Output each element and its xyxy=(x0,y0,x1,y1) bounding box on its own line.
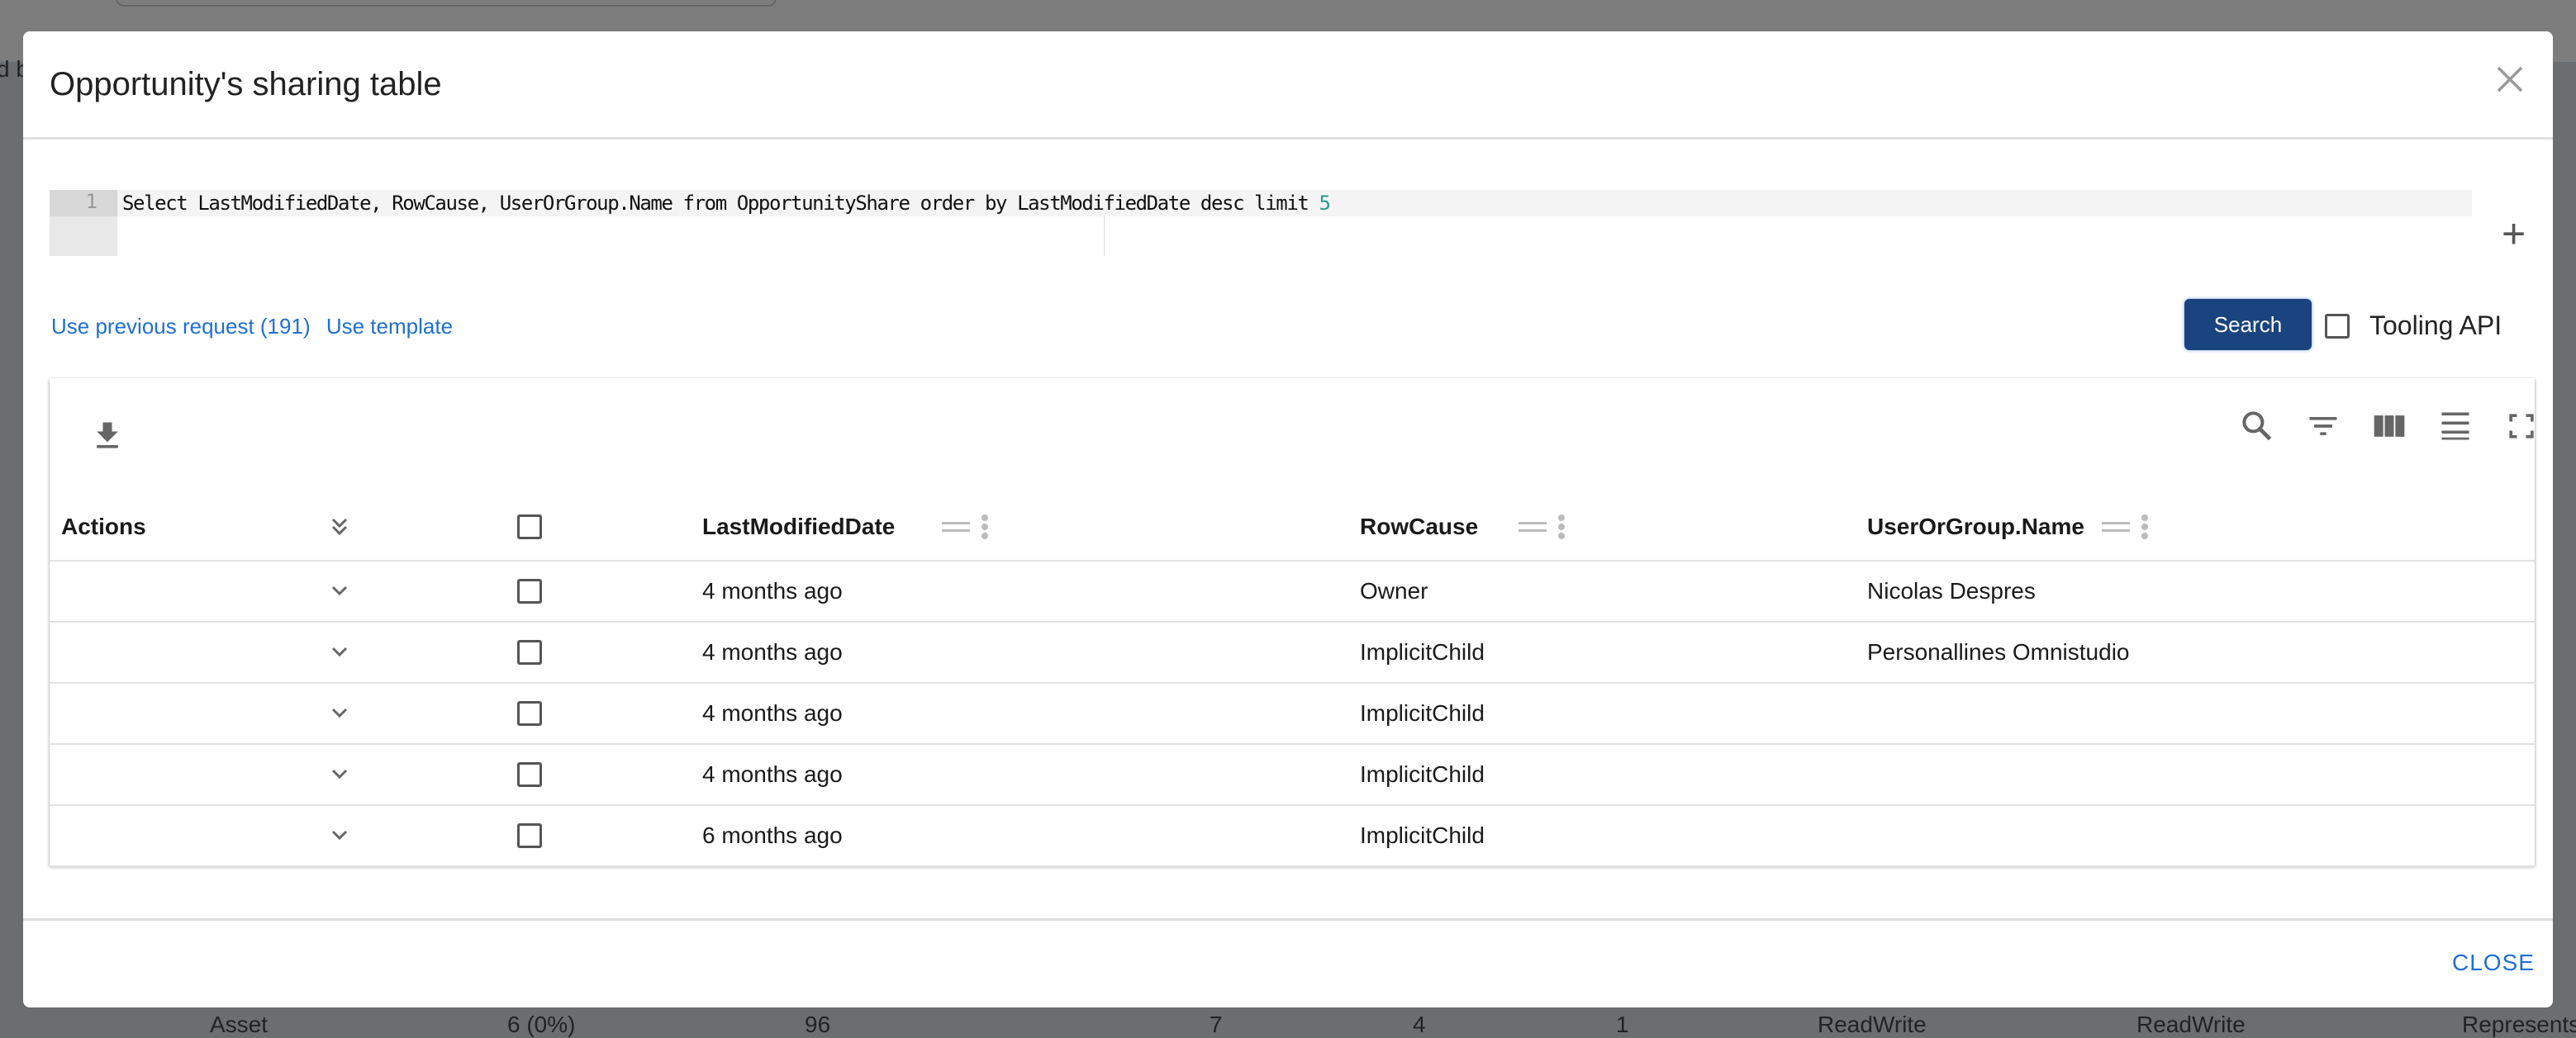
column-header-lastmodifieddate[interactable]: LastModifiedDate xyxy=(702,514,895,540)
cell-rowcause: ImplicitChild xyxy=(1360,639,1485,665)
search-icon[interactable] xyxy=(2239,408,2275,444)
row-checkbox[interactable] xyxy=(517,701,542,726)
cell-rowcause: Owner xyxy=(1360,578,1428,604)
cell-lastmodifieddate: 4 months ago xyxy=(702,578,843,604)
close-icon[interactable] xyxy=(2493,63,2526,96)
bg-cell: 96 xyxy=(805,1012,831,1037)
table-header: Actions LastModifiedDate RowCause UserOr… xyxy=(50,494,2535,562)
bg-cell: 7 xyxy=(1210,1012,1223,1037)
print-margin xyxy=(1104,216,1105,256)
download-icon[interactable] xyxy=(89,418,126,454)
row-checkbox[interactable] xyxy=(517,823,542,848)
bg-cell: Asset xyxy=(210,1012,269,1037)
cell-lastmodifieddate: 6 months ago xyxy=(702,822,843,848)
expand-row-icon[interactable] xyxy=(327,583,352,600)
bg-cell: 6 (0%) xyxy=(507,1012,576,1037)
expand-row-icon[interactable] xyxy=(327,766,352,783)
columns-icon[interactable] xyxy=(2371,408,2407,444)
row-checkbox[interactable] xyxy=(517,579,542,604)
row-checkbox[interactable] xyxy=(517,762,542,787)
table-row: 4 months ago Owner Nicolas Despres xyxy=(50,562,2535,623)
add-query-button[interactable]: + xyxy=(2502,213,2526,254)
bg-cell: 1 xyxy=(1616,1012,1629,1037)
close-button[interactable]: CLOSE xyxy=(2452,950,2535,976)
use-previous-request-link[interactable]: Use previous request (191) xyxy=(51,314,311,339)
query-text: Select LastModifiedDate, RowCause, UserO… xyxy=(122,192,1319,215)
column-menu-icon[interactable] xyxy=(981,514,988,539)
query-line[interactable]: Select LastModifiedDate, RowCause, UserO… xyxy=(117,190,2472,216)
results-table: Actions LastModifiedDate RowCause UserOr… xyxy=(50,378,2535,867)
editor-gutter: 1 xyxy=(50,190,117,256)
table-row: 4 months ago ImplicitChild xyxy=(50,684,2535,745)
query-limit: 5 xyxy=(1319,192,1330,215)
cell-userorgroup-name: Nicolas Despres xyxy=(1867,578,2036,604)
select-all-checkbox[interactable] xyxy=(517,514,542,539)
row-checkbox[interactable] xyxy=(517,640,542,665)
bg-cell: 4 xyxy=(1413,1012,1426,1037)
use-template-link[interactable]: Use template xyxy=(326,314,453,339)
expand-row-icon[interactable] xyxy=(327,705,352,722)
cell-userorgroup-name: Personallines Omnistudio xyxy=(1867,639,2130,665)
density-icon[interactable] xyxy=(2437,408,2474,444)
table-row: 6 months ago ImplicitChild xyxy=(50,806,2535,867)
search-button[interactable]: Search xyxy=(2184,299,2312,350)
cell-rowcause: ImplicitChild xyxy=(1360,761,1485,787)
column-drag-handle-icon[interactable] xyxy=(942,522,970,532)
bg-cell: Represents xyxy=(2462,1012,2576,1037)
footer-divider xyxy=(23,918,2553,921)
cell-rowcause: ImplicitChild xyxy=(1360,700,1485,726)
line-number: 1 xyxy=(50,190,117,216)
table-row: 4 months ago ImplicitChild xyxy=(50,745,2535,806)
column-menu-icon[interactable] xyxy=(1558,514,1565,539)
column-header-actions: Actions xyxy=(61,514,146,539)
table-row: 4 months ago ImplicitChild Personallines… xyxy=(50,623,2535,684)
cell-lastmodifieddate: 4 months ago xyxy=(702,700,843,726)
query-links: Use previous request (191) Use template xyxy=(51,314,463,339)
cell-lastmodifieddate: 4 months ago xyxy=(702,761,843,787)
filter-icon[interactable] xyxy=(2305,408,2341,444)
tooling-api-label: Tooling API xyxy=(2369,310,2502,340)
expand-all-icon[interactable] xyxy=(327,514,352,539)
column-header-userorgroup-name[interactable]: UserOrGroup.Name xyxy=(1867,514,2084,540)
sharing-table-modal: Opportunity's sharing table 1 Select Las… xyxy=(23,31,2553,1007)
column-menu-icon[interactable] xyxy=(2141,514,2148,539)
header-divider xyxy=(23,137,2553,140)
expand-row-icon[interactable] xyxy=(327,827,352,844)
bg-cell: ReadWrite xyxy=(1818,1012,1927,1037)
expand-row-icon[interactable] xyxy=(327,644,352,661)
column-drag-handle-icon[interactable] xyxy=(1519,522,1547,532)
fullscreen-icon[interactable] xyxy=(2503,408,2540,444)
bg-cell: ReadWrite xyxy=(2136,1012,2246,1037)
cell-lastmodifieddate: 4 months ago xyxy=(702,639,843,665)
cell-rowcause: ImplicitChild xyxy=(1360,822,1485,848)
column-drag-handle-icon[interactable] xyxy=(2102,522,2130,532)
background-input xyxy=(116,0,777,7)
tooling-api-checkbox[interactable] xyxy=(2325,313,2350,339)
query-editor[interactable]: 1 Select LastModifiedDate, RowCause, Use… xyxy=(50,190,2472,256)
column-header-rowcause[interactable]: RowCause xyxy=(1360,514,1478,540)
modal-title: Opportunity's sharing table xyxy=(50,66,442,102)
tooling-api-toggle[interactable]: Tooling API xyxy=(2325,310,2502,341)
